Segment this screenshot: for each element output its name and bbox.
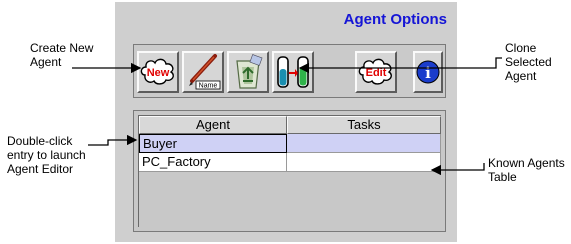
arrow-known-agents — [430, 163, 485, 176]
arrow-clone — [298, 57, 502, 74]
arrow-double-click — [88, 134, 138, 146]
callout-arrows — [72, 57, 502, 176]
